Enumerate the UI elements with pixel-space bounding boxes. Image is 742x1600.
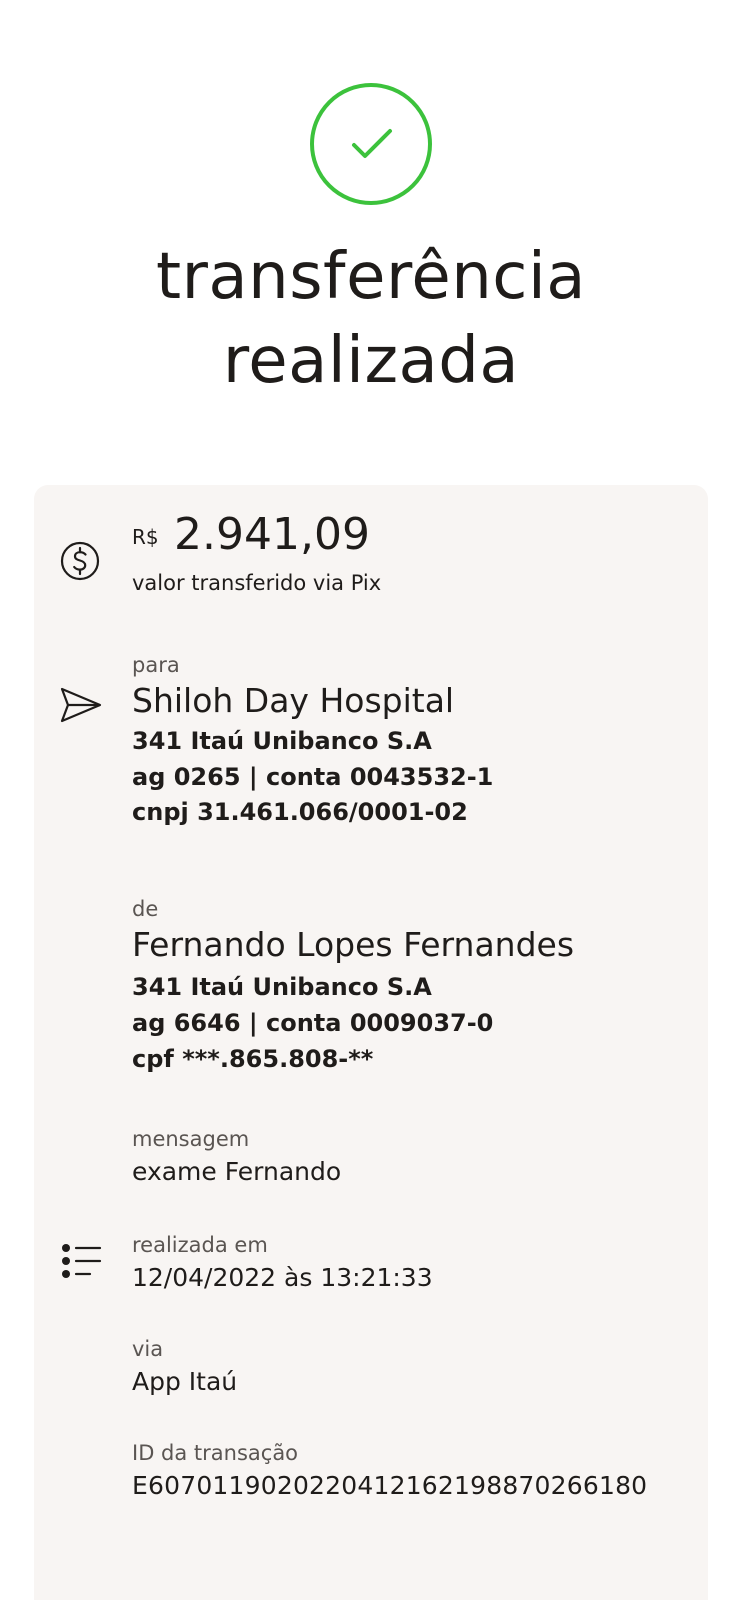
title-line-1: transferência (156, 240, 586, 314)
channel-value: App Itaú (132, 1367, 238, 1396)
amount-currency: R$ (132, 525, 159, 549)
recipient-label: para (132, 653, 180, 677)
page-title: transferência realizada (0, 235, 742, 403)
message-value: exame Fernando (132, 1157, 342, 1186)
transaction-id-label: ID da transação (132, 1441, 299, 1465)
channel-label: via (132, 1337, 164, 1361)
sender-name: Fernando Lopes Fernandes (132, 925, 575, 964)
sender-label: de (132, 897, 159, 921)
amount-value: 2.941,09 (174, 509, 370, 560)
receipt-card: R$ 2.941,09 valor transferido via Pix pa… (34, 485, 708, 1600)
dollar-circle-icon (56, 537, 104, 585)
transaction-id-value: E60701190202204121621988702661​80 (132, 1471, 648, 1500)
sender-bank: 341 Itaú Unibanco S.A (132, 973, 432, 1001)
recipient-name: Shiloh Day Hospital (132, 681, 455, 720)
recipient-bank: 341 Itaú Unibanco S.A (132, 727, 432, 755)
sender-document: cpf ***.865.808-** (132, 1045, 374, 1073)
date-label: realizada em (132, 1233, 268, 1257)
sender-account: ag 6646 | conta 0009037-0 (132, 1009, 494, 1037)
check-circle-icon (310, 83, 432, 205)
send-icon (56, 681, 104, 729)
recipient-account: ag 0265 | conta 0043532-1 (132, 763, 494, 791)
recipient-document: cnpj 31.461.066/0001-02 (132, 798, 468, 826)
receipt-screen: transferência realizada R$ 2.941,09 valo… (0, 0, 742, 1600)
date-value: 12/04/2022 às 13:21:33 (132, 1263, 433, 1292)
message-label: mensagem (132, 1127, 250, 1151)
amount-caption: valor transferido via Pix (132, 571, 382, 595)
list-icon (58, 1241, 106, 1289)
title-line-2: realizada (222, 324, 520, 398)
